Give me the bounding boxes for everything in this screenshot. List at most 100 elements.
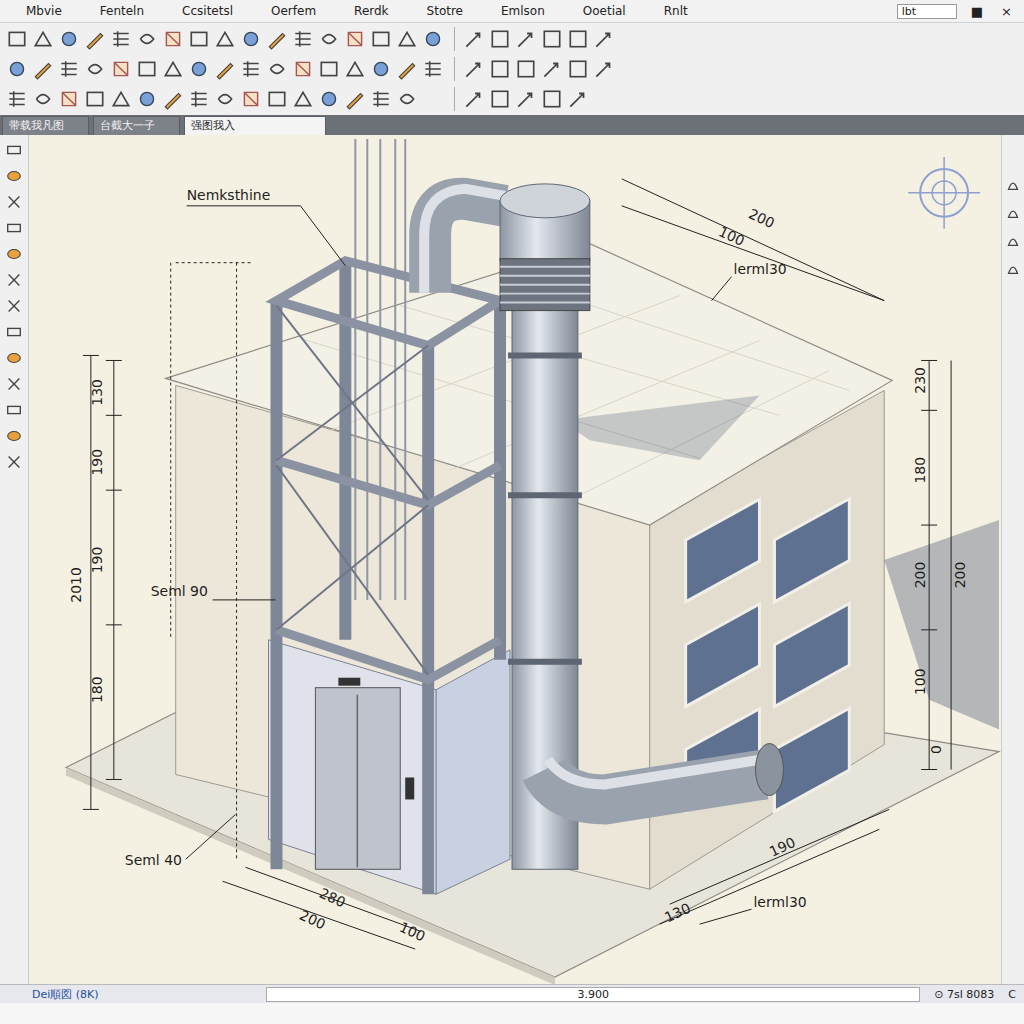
- tool-icon[interactable]: [162, 88, 184, 110]
- tool-icon[interactable]: [58, 58, 80, 80]
- tool-icon[interactable]: [32, 28, 54, 50]
- tool-icon[interactable]: [162, 58, 184, 80]
- menu-item[interactable]: Fenteln: [100, 4, 144, 18]
- tool-icon[interactable]: [541, 28, 563, 50]
- tool-icon[interactable]: [110, 88, 132, 110]
- side-tool-icon[interactable]: [5, 271, 23, 289]
- tool-icon[interactable]: [32, 88, 54, 110]
- restore-button[interactable]: ■: [967, 4, 987, 19]
- tool-icon[interactable]: [136, 28, 158, 50]
- tool-icon[interactable]: [396, 58, 418, 80]
- tool-icon[interactable]: [188, 58, 210, 80]
- document-tab[interactable]: 台截大一子: [93, 116, 180, 135]
- tool-icon[interactable]: [266, 28, 288, 50]
- tool-icon[interactable]: [84, 28, 106, 50]
- menu-item[interactable]: Emlson: [501, 4, 545, 18]
- view-compass-icon[interactable]: [908, 157, 980, 229]
- tool-icon[interactable]: [370, 58, 392, 80]
- tool-icon[interactable]: [292, 88, 314, 110]
- tool-icon[interactable]: [593, 28, 615, 50]
- menu-item[interactable]: Rerdk: [354, 4, 388, 18]
- tool-icon[interactable]: [84, 88, 106, 110]
- side-tool-icon[interactable]: [5, 141, 23, 159]
- tool-icon[interactable]: [515, 58, 537, 80]
- side-tool-icon[interactable]: [5, 401, 23, 419]
- tool-icon[interactable]: [240, 28, 262, 50]
- side-tool-icon[interactable]: [5, 375, 23, 393]
- tool-icon[interactable]: [136, 58, 158, 80]
- tool-icon[interactable]: [541, 58, 563, 80]
- close-button[interactable]: ×: [997, 4, 1016, 19]
- menu-item[interactable]: Ooetial: [583, 4, 626, 18]
- tool-icon[interactable]: [6, 88, 28, 110]
- tool-icon[interactable]: [266, 58, 288, 80]
- side-tool-icon[interactable]: [5, 323, 23, 341]
- side-tool-icon[interactable]: [1004, 203, 1022, 221]
- tool-icon[interactable]: [396, 88, 418, 110]
- tool-icon[interactable]: [593, 58, 615, 80]
- tool-icon[interactable]: [188, 88, 210, 110]
- tool-icon[interactable]: [422, 28, 444, 50]
- tool-icon[interactable]: [344, 88, 366, 110]
- side-tool-icon[interactable]: [5, 453, 23, 471]
- tool-icon[interactable]: [344, 28, 366, 50]
- tool-icon[interactable]: [396, 28, 418, 50]
- menu-item[interactable]: Mbvie: [26, 4, 62, 18]
- tool-icon[interactable]: [489, 28, 511, 50]
- menu-item[interactable]: Rnlt: [664, 4, 688, 18]
- menu-item[interactable]: Stotre: [427, 4, 463, 18]
- tool-icon[interactable]: [32, 58, 54, 80]
- tool-icon[interactable]: [422, 58, 444, 80]
- tool-icon[interactable]: [541, 88, 563, 110]
- tool-icon[interactable]: [567, 28, 589, 50]
- status-end[interactable]: C: [1008, 988, 1016, 1001]
- menu-item[interactable]: Ccsitetsl: [182, 4, 233, 18]
- call-panel[interactable]: [405, 777, 414, 799]
- tool-icon[interactable]: [240, 88, 262, 110]
- elevator-door[interactable]: [315, 688, 400, 870]
- menu-item[interactable]: Oerfem: [271, 4, 316, 18]
- tool-icon[interactable]: [214, 58, 236, 80]
- side-tool-icon[interactable]: [1004, 175, 1022, 193]
- tool-icon[interactable]: [188, 28, 210, 50]
- tool-icon[interactable]: [6, 28, 28, 50]
- tool-icon[interactable]: [292, 28, 314, 50]
- document-tab[interactable]: 带载我凡图: [2, 116, 89, 135]
- tool-icon[interactable]: [489, 58, 511, 80]
- tool-icon[interactable]: [110, 28, 132, 50]
- window-field[interactable]: lbt: [897, 4, 957, 19]
- tool-icon[interactable]: [58, 88, 80, 110]
- tool-icon[interactable]: [214, 28, 236, 50]
- tool-icon[interactable]: [370, 28, 392, 50]
- tool-icon[interactable]: [240, 58, 262, 80]
- tool-icon[interactable]: [567, 88, 589, 110]
- side-tool-icon[interactable]: [5, 297, 23, 315]
- tool-icon[interactable]: [318, 58, 340, 80]
- tool-icon[interactable]: [58, 28, 80, 50]
- tool-icon[interactable]: [214, 88, 236, 110]
- tool-icon[interactable]: [515, 28, 537, 50]
- tool-icon[interactable]: [6, 58, 28, 80]
- side-tool-icon[interactable]: [5, 427, 23, 445]
- drawing-canvas[interactable]: 2001001301901901802010230180200100020028…: [29, 135, 1001, 984]
- tool-icon[interactable]: [292, 58, 314, 80]
- tool-icon[interactable]: [344, 58, 366, 80]
- side-tool-icon[interactable]: [5, 245, 23, 263]
- tool-icon[interactable]: [318, 88, 340, 110]
- tool-icon[interactable]: [463, 88, 485, 110]
- tool-icon[interactable]: [162, 28, 184, 50]
- tool-icon[interactable]: [318, 28, 340, 50]
- coordinate-field[interactable]: 3.900: [266, 987, 920, 1002]
- side-tool-icon[interactable]: [1004, 259, 1022, 277]
- side-tool-icon[interactable]: [5, 167, 23, 185]
- tool-icon[interactable]: [463, 28, 485, 50]
- tool-icon[interactable]: [136, 88, 158, 110]
- tool-icon[interactable]: [515, 88, 537, 110]
- tool-icon[interactable]: [489, 88, 511, 110]
- side-tool-icon[interactable]: [5, 193, 23, 211]
- side-tool-icon[interactable]: [1004, 231, 1022, 249]
- document-tab[interactable]: 强图我入: [184, 116, 326, 135]
- tool-icon[interactable]: [84, 58, 106, 80]
- tool-icon[interactable]: [110, 58, 132, 80]
- tool-icon[interactable]: [266, 88, 288, 110]
